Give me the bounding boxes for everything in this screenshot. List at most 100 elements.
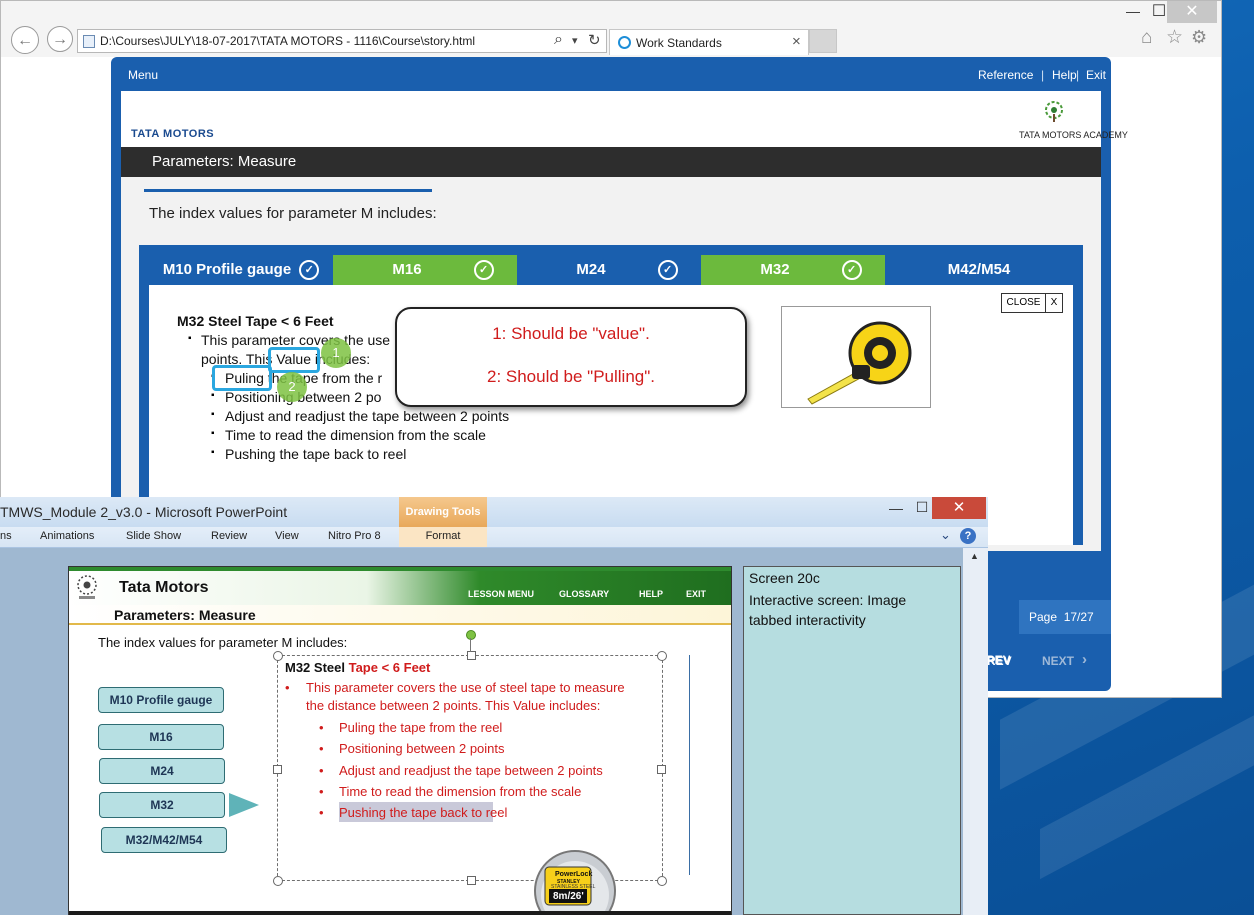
resize-handle[interactable] [467, 876, 476, 885]
bullet: ▪ [211, 447, 215, 458]
slide-button-m24: M24 [99, 758, 225, 784]
resize-handle[interactable] [657, 651, 667, 661]
resize-handle[interactable] [273, 651, 283, 661]
ribbon-tab-slide-show[interactable]: Slide Show [126, 530, 181, 542]
resize-handle[interactable] [273, 765, 282, 774]
ribbon-tab-nitro[interactable]: Nitro Pro 8 [328, 530, 381, 542]
page-icon [83, 35, 95, 48]
menu-link[interactable]: Menu [128, 68, 158, 82]
bullet: ▪ [211, 428, 215, 439]
slide-button-m10: M10 Profile gauge [98, 687, 224, 713]
slide-button-m32-m42-m54: M32/M42/M54 [101, 827, 227, 853]
page-indicator: Page 17/27 [1019, 600, 1111, 634]
powerpoint-window: TMWS_Module 2_v3.0 - Microsoft PowerPoin… [0, 497, 988, 915]
reference-link[interactable]: Reference [978, 68, 1033, 82]
slide-nav-exit: EXIT [686, 589, 707, 599]
minimize-button[interactable]: — [1123, 3, 1143, 19]
resize-handle[interactable] [273, 876, 283, 886]
heading-part-red: Tape < 6 Feet [348, 660, 431, 675]
favorites-icon[interactable]: ☆ [1166, 26, 1183, 49]
tab-m42-m54[interactable]: M42/M54 [885, 255, 1073, 285]
scroll-up-icon[interactable]: ▲ [970, 551, 979, 561]
academy-emblem-icon [73, 573, 101, 601]
prev-button-visible[interactable]: PREV [988, 653, 1010, 669]
list-item: Pushing the tape back to reel [225, 446, 407, 462]
ppt-close-button[interactable]: ✕ [932, 497, 986, 519]
ppt-maximize-button[interactable]: ☐ [912, 499, 932, 516]
annotation-marker-1: 1 [321, 338, 351, 368]
ppt-slide: Tata Motors LESSON MENU GLOSSARY HELP EX… [68, 566, 732, 915]
new-tab-button[interactable] [809, 29, 837, 53]
tab-label: M42/M54 [947, 261, 1011, 278]
settings-icon[interactable]: ⚙ [1191, 27, 1207, 48]
ppt-minimize-button[interactable]: — [886, 500, 906, 516]
rotate-handle[interactable] [466, 630, 476, 640]
help-icon[interactable]: ? [960, 528, 976, 544]
resize-handle[interactable] [657, 876, 667, 886]
check-icon: ✓ [657, 260, 678, 281]
browser-toolbar: — ☐ ✕ ← → D:\Courses\JULY\18-07-2017\TAT… [1, 1, 1221, 57]
ribbon-tab[interactable]: ns [0, 530, 12, 542]
refresh-icon[interactable]: ↻ [588, 31, 601, 49]
arrow-pointer-icon [229, 793, 259, 817]
resize-handle[interactable] [467, 651, 476, 660]
callout-line-1: 1: Should be "value". [492, 324, 650, 343]
brand-logo: TATA MOTORS [131, 128, 215, 140]
list-item: Adjust and readjust the tape between 2 p… [225, 408, 510, 424]
tab-m24[interactable]: M24 ✓ [517, 255, 701, 285]
search-icon[interactable]: ⌕ [554, 31, 563, 49]
tab-label: M16 [392, 261, 422, 278]
bullet: • [319, 784, 324, 799]
notes-pane[interactable]: Screen 20c Interactive screen: Image tab… [743, 566, 961, 915]
separator: | [1076, 68, 1080, 82]
bullet: ▪ [211, 390, 215, 401]
page-number: Page 17/27 [1029, 610, 1094, 624]
help-link[interactable]: Help [1052, 68, 1077, 82]
notes-line-2: Interactive screen: Image tabbed interac… [749, 592, 907, 628]
tape-sub: STAINLESS STEEL [551, 884, 596, 890]
slide-nav-help: HELP [639, 589, 664, 599]
home-icon[interactable]: ⌂ [1141, 27, 1152, 49]
ppt-workspace: ▲ Tata Motors LESSON MENU GLOSSARY HELP … [0, 548, 988, 915]
back-icon[interactable]: ← [11, 26, 39, 54]
course-slide: TATA MOTORS TATA MOTORS ACADEMY Paramete… [121, 91, 1128, 551]
next-arrow-icon: › [1082, 651, 1087, 668]
tab-m10[interactable]: M10 Profile gauge ✓ [149, 255, 333, 285]
resize-handle[interactable] [657, 765, 666, 774]
check-icon: ✓ [473, 260, 494, 281]
browser-tab[interactable]: Work Standards × [609, 29, 809, 55]
ppt-titlebar: TMWS_Module 2_v3.0 - Microsoft PowerPoin… [0, 497, 988, 527]
academy-logo: TATA MOTORS ACADEMY [1019, 130, 1128, 140]
ribbon-collapse-icon[interactable]: ⌄ [940, 527, 951, 543]
close-button[interactable]: CLOSE X [1001, 293, 1063, 313]
ie-favicon-icon [618, 36, 631, 49]
address-bar[interactable]: D:\Courses\JULY\18-07-2017\TATA MOTORS -… [77, 29, 607, 53]
ribbon-tab-format[interactable]: Format [399, 527, 487, 547]
forward-icon[interactable]: → [47, 26, 73, 52]
bullet: • [319, 720, 324, 735]
ppt-title: TMWS_Module 2_v3.0 - Microsoft PowerPoin… [0, 504, 288, 520]
tab-close-icon[interactable]: × [792, 33, 801, 50]
bullet: • [319, 763, 324, 778]
ribbon-tab-view[interactable]: View [275, 530, 299, 542]
slide-para-line-1: This parameter covers the use of steel t… [306, 680, 625, 695]
next-button[interactable]: NEXT [1042, 654, 1074, 668]
tab-m32[interactable]: M32 ✓ [701, 255, 885, 285]
drawing-tools-tab: Drawing Tools [399, 497, 487, 527]
close-button[interactable]: ✕ [1167, 1, 1217, 23]
ribbon-tab-animations[interactable]: Animations [40, 530, 94, 542]
scrollbar[interactable]: ▲ [963, 548, 988, 915]
separator: | [1041, 68, 1045, 82]
maximize-button[interactable]: ☐ [1149, 1, 1169, 21]
exit-link[interactable]: Exit [1086, 68, 1106, 82]
tab-title: Work Standards [636, 36, 722, 50]
address-text: D:\Courses\JULY\18-07-2017\TATA MOTORS -… [100, 34, 476, 48]
tab-m16[interactable]: M16 ✓ [333, 255, 517, 285]
slide-list-item-selected: Pushing the tape back to reel [339, 805, 508, 820]
intro-text: The index values for parameter M include… [149, 205, 437, 222]
bullet: • [319, 741, 324, 756]
dropdown-icon[interactable]: ▾ [572, 34, 578, 47]
slide-nav-lesson-menu: LESSON MENU [468, 589, 535, 599]
content-heading: M32 Steel Tape < 6 Feet [177, 313, 334, 329]
ribbon-tab-review[interactable]: Review [211, 530, 247, 542]
